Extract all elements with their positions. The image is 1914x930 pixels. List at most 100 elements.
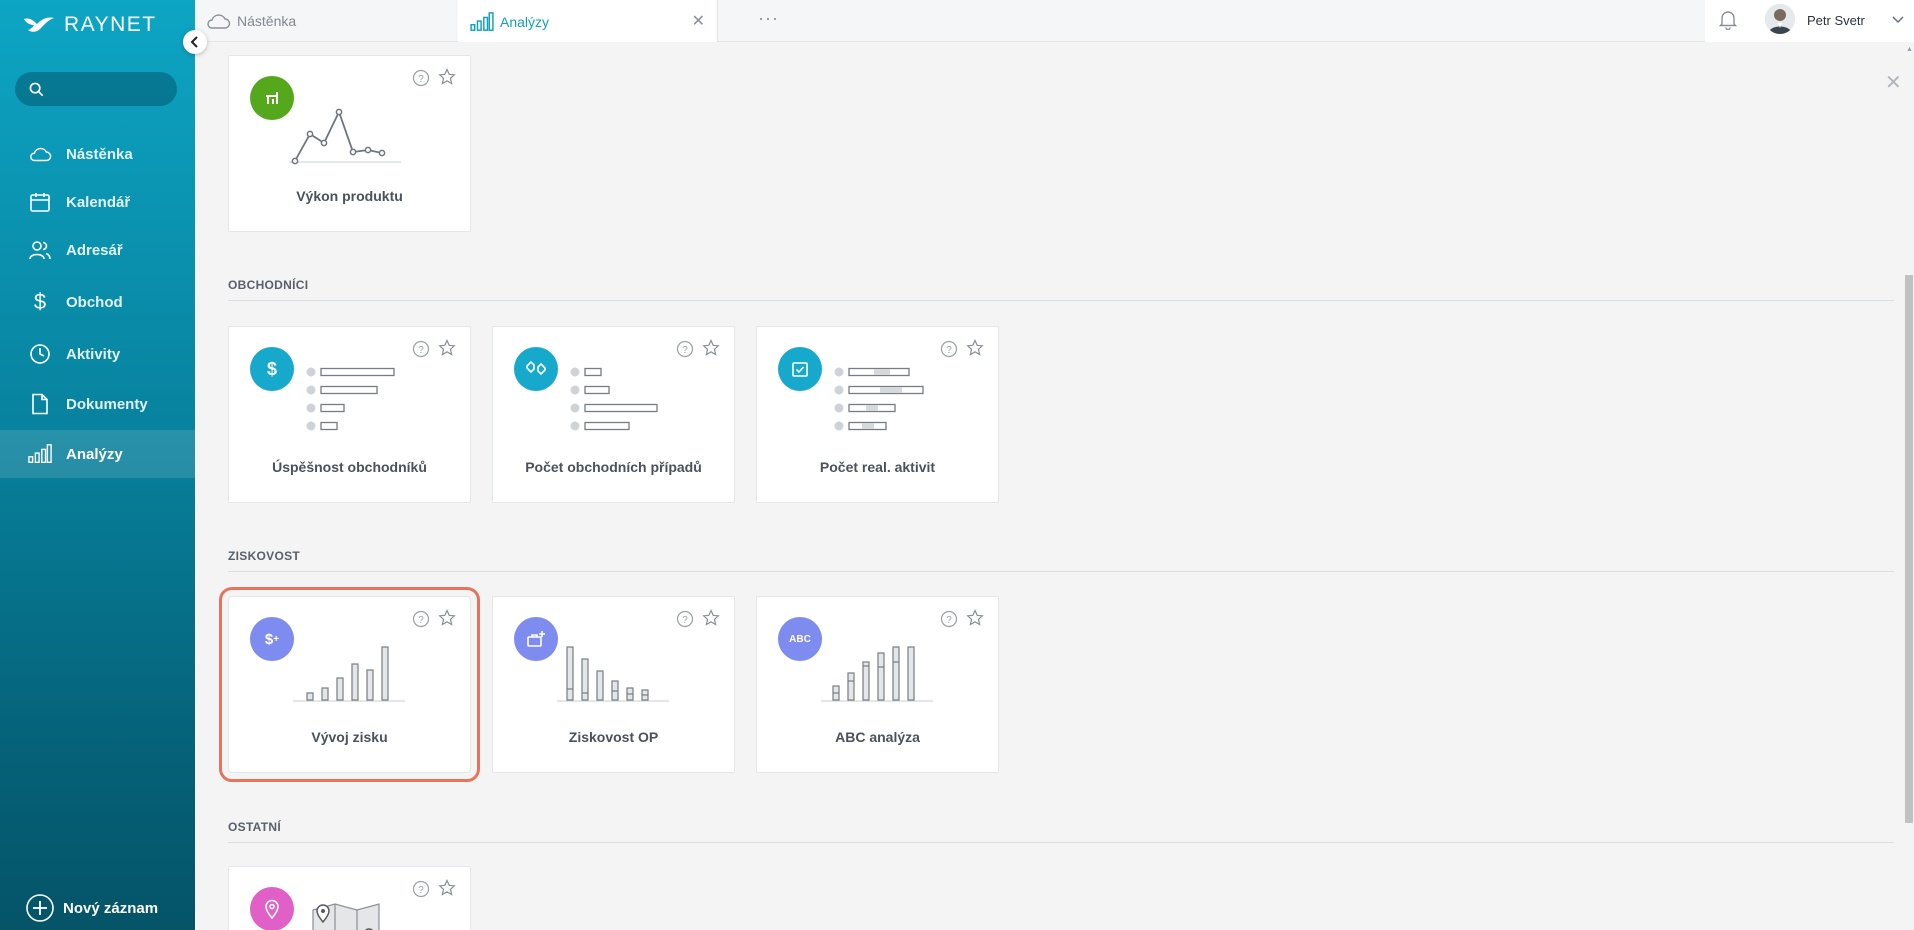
- section-divider: [228, 842, 1894, 843]
- analysis-card-uspesnost-obchodniku[interactable]: $ ? Úspěšnost obchodníků: [228, 326, 471, 503]
- close-icon[interactable]: ✕: [692, 11, 705, 31]
- cloud-icon: [207, 14, 231, 29]
- sidebar-item-label: Adresář: [66, 241, 123, 259]
- tab-analyzy[interactable]: Analýzy ✕: [458, 0, 718, 43]
- section-title-obchodnici: OBCHODNÍCI: [228, 278, 309, 292]
- analysis-card-pocet-real-aktivit[interactable]: ? Počet real. aktivit: [756, 326, 999, 503]
- bird-logo-icon: [24, 17, 54, 32]
- dollar-plus-icon: $ +: [250, 617, 294, 661]
- sidebar: RAYNET Nástěnka Kalendář Adresář $ Obcho…: [0, 0, 195, 930]
- hbar-illustration: [570, 367, 658, 431]
- avatar[interactable]: [1765, 4, 1795, 34]
- contacts-icon: [28, 238, 52, 262]
- new-record-label: Nový záznam: [63, 899, 159, 917]
- section-divider: [228, 571, 1894, 572]
- card-title: Počet obchodních případů: [525, 459, 702, 475]
- search-input[interactable]: [52, 81, 172, 97]
- dollar-icon: $: [250, 347, 294, 391]
- vbar-illustration: [557, 646, 669, 702]
- dollar-icon: $: [33, 289, 47, 314]
- star-icon[interactable]: [702, 609, 720, 627]
- map-illustration: [312, 903, 380, 930]
- section-title-ostatni: OSTATNÍ: [228, 820, 281, 834]
- tab-nastenka[interactable]: Nástěnka: [205, 0, 468, 42]
- hbar-illustration: [834, 367, 924, 431]
- scroll-up-arrow[interactable]: ▲: [1906, 46, 1913, 53]
- chevron-down-icon[interactable]: [1891, 12, 1905, 26]
- card-title: Ziskovost OP: [568, 729, 659, 745]
- raynet-logo[interactable]: RAYNET: [22, 12, 157, 38]
- svg-text:?: ?: [418, 345, 424, 356]
- plus-circle-icon: [26, 894, 54, 922]
- abc-icon: ABC: [778, 617, 822, 661]
- product-icon: [250, 76, 294, 120]
- analysis-card-vyvoj-zisku[interactable]: $ + ? Vývoj zisku: [219, 587, 480, 782]
- analyses-panel: ✕ ? Výkon produktu OBCHODNÍCI $ ? Úspěšn…: [195, 42, 1914, 930]
- help-icon[interactable]: ?: [940, 610, 958, 628]
- line-chart-illustration: [289, 108, 401, 165]
- sidebar-search[interactable]: [15, 72, 177, 106]
- star-icon[interactable]: [702, 339, 720, 357]
- close-icon[interactable]: ✕: [1885, 70, 1902, 95]
- card-title: Počet real. aktivit: [819, 459, 936, 475]
- tab-label: Nástěnka: [237, 13, 297, 29]
- svg-text:?: ?: [418, 74, 424, 85]
- analysis-card-map[interactable]: ?: [228, 866, 471, 930]
- help-icon[interactable]: ?: [412, 610, 430, 628]
- sidebar-item-obchod[interactable]: $ Obchod: [0, 274, 195, 330]
- hbar-illustration: [306, 367, 395, 431]
- bar-chart-icon: [470, 11, 494, 31]
- help-icon[interactable]: ?: [412, 340, 430, 358]
- analysis-card-abc-analyza[interactable]: ABC ? ABC analýza: [756, 596, 999, 773]
- sidebar-item-adresar[interactable]: Adresář: [0, 226, 195, 274]
- star-icon[interactable]: [966, 609, 984, 627]
- star-icon[interactable]: [438, 68, 456, 86]
- user-name[interactable]: Petr Svetr: [1807, 13, 1865, 28]
- new-record-button[interactable]: Nový záznam: [25, 893, 158, 923]
- analysis-card-vykon-produktu[interactable]: ? Výkon produktu: [228, 55, 471, 232]
- vertical-scrollbar[interactable]: ▲: [1904, 42, 1914, 930]
- chevron-left-icon: [190, 36, 198, 48]
- more-tabs-button[interactable]: ···: [758, 8, 779, 29]
- search-icon: [29, 82, 44, 96]
- star-icon[interactable]: [438, 339, 456, 357]
- sidebar-item-dokumenty[interactable]: Dokumenty: [0, 378, 195, 430]
- scrollbar-thumb[interactable]: [1905, 275, 1913, 823]
- clock-icon: [28, 342, 52, 366]
- star-icon[interactable]: [966, 339, 984, 357]
- sidebar-item-label: Nástěnka: [66, 145, 133, 163]
- help-icon[interactable]: ?: [412, 880, 430, 898]
- sidebar-item-analyzy[interactable]: Analýzy: [0, 430, 195, 478]
- sidebar-item-label: Dokumenty: [66, 395, 148, 413]
- star-icon[interactable]: [438, 609, 456, 627]
- bell-icon[interactable]: [1719, 8, 1737, 30]
- help-icon[interactable]: ?: [940, 340, 958, 358]
- help-icon[interactable]: ?: [676, 610, 694, 628]
- sidebar-item-aktivity[interactable]: Aktivity: [0, 330, 195, 378]
- tab-label: Analýzy: [500, 13, 550, 30]
- help-icon[interactable]: ?: [676, 340, 694, 358]
- vbar-illustration: [293, 646, 405, 702]
- vbar-illustration: [821, 646, 933, 702]
- sidebar-item-kalendar[interactable]: Kalendář: [0, 178, 195, 226]
- analysis-card-ziskovost-op[interactable]: ? Ziskovost OP: [492, 596, 735, 773]
- help-icon[interactable]: ?: [412, 69, 430, 87]
- cloud-icon: [28, 142, 52, 166]
- top-bar: Nástěnka Analýzy ✕ ··· Petr Svetr: [195, 0, 1914, 43]
- bar-chart-icon: [28, 442, 52, 466]
- sidebar-item-label: Aktivity: [66, 345, 121, 363]
- collapse-sidebar-button[interactable]: [183, 30, 207, 54]
- section-divider: [228, 300, 1894, 301]
- star-icon[interactable]: [438, 879, 456, 897]
- sidebar-item-nastenka[interactable]: Nástěnka: [0, 130, 195, 178]
- briefcase-plus-icon: [514, 617, 558, 661]
- analysis-card-pocet-obchodnich-pripadu[interactable]: ? Počet obchodních případů: [492, 326, 735, 503]
- handshake-icon: [514, 347, 558, 391]
- svg-text:?: ?: [682, 615, 688, 626]
- card-title: Vývoj zisku: [311, 729, 388, 745]
- checklist-icon: [778, 347, 822, 391]
- sidebar-item-label: Kalendář: [66, 193, 131, 211]
- sidebar-nav: Nástěnka Kalendář Adresář $ Obchod Aktiv…: [0, 130, 195, 478]
- svg-text:?: ?: [418, 615, 424, 626]
- calendar-icon: [28, 190, 52, 214]
